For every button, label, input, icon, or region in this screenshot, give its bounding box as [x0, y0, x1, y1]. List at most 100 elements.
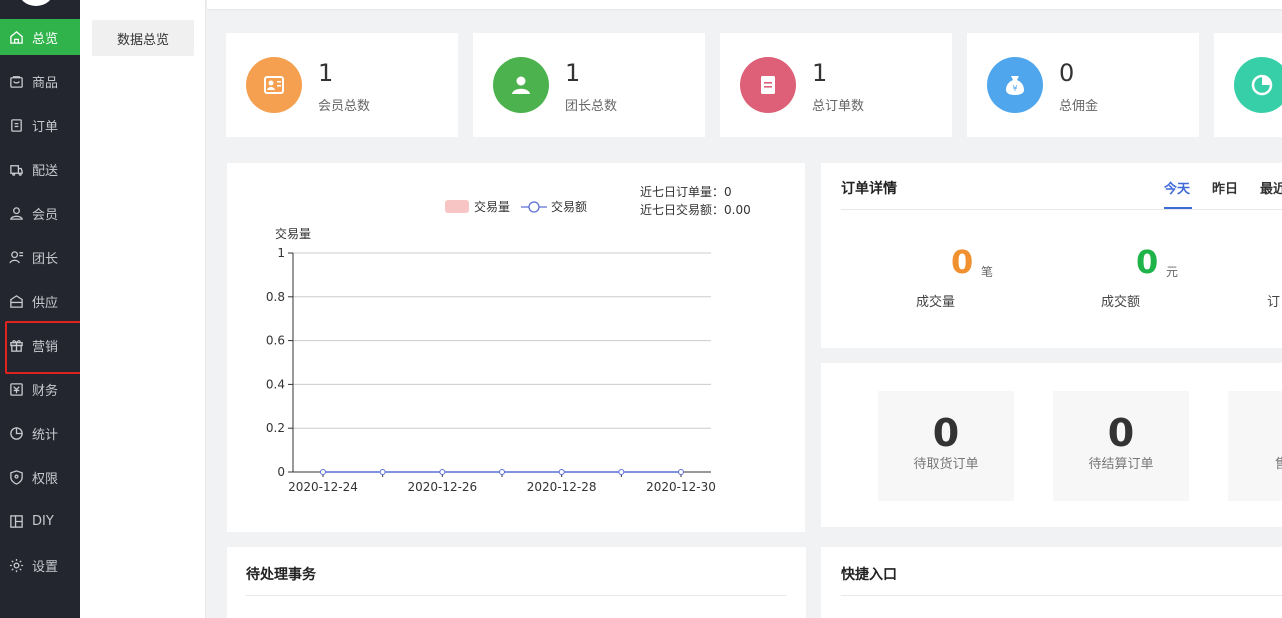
sidebar-item-label: 团长 [32, 251, 59, 267]
subnav: 数据总览 [80, 0, 206, 618]
delivery-icon [8, 161, 24, 177]
money-bag-icon: ¥ [987, 57, 1043, 113]
sidebar-item-label: 总览 [32, 31, 59, 47]
goods-icon [8, 73, 24, 89]
stat-card-2[interactable]: 1 总订单数 [720, 33, 952, 137]
sidebar-item-0[interactable]: 总览 [0, 19, 80, 55]
shortcut-divider [841, 595, 1282, 596]
sidebar-item-label: DIY [32, 513, 54, 529]
stat-label: 总佣金 [1059, 99, 1099, 114]
sidebar-item-label: 设置 [32, 559, 59, 575]
pending-settlement-value: 0 [1107, 411, 1135, 455]
home-icon [8, 29, 24, 45]
order-icon [8, 117, 24, 133]
pending-settlement-box[interactable]: 0 待结算订单 [1053, 391, 1189, 501]
data-point [678, 469, 684, 475]
stat-value: 1 [812, 59, 828, 87]
sidebar-item-5[interactable]: 团长 [0, 239, 80, 275]
subnav-item-data-overview[interactable]: 数据总览 [92, 20, 194, 56]
x-tick-label: 2020-12-28 [527, 480, 597, 494]
sidebar-item-11[interactable]: DIY [0, 503, 80, 539]
stat-card-3[interactable]: ¥0 总佣金 [967, 33, 1199, 137]
stat-card-1[interactable]: 1 团长总数 [473, 33, 705, 137]
divider [841, 209, 1282, 210]
shortcut-panel: 快捷入口 [821, 547, 1282, 618]
order-detail-title: 订单详情 [841, 181, 897, 197]
amount-label: 成交额 [1101, 295, 1141, 310]
volume-value: 0 [951, 243, 974, 281]
data-point [320, 469, 326, 475]
svg-text:¥: ¥ [1012, 84, 1017, 93]
stat-label: 总订单数 [812, 99, 865, 114]
amount-unit: 元 [1166, 265, 1179, 279]
todo-panel: 待处理事务 [227, 547, 806, 618]
pending-settlement-label: 待结算订单 [1088, 457, 1154, 472]
sidebar-item-label: 会员 [32, 207, 59, 223]
x-tick-label: 2020-12-24 [288, 480, 358, 494]
leader-icon [8, 249, 24, 265]
pending-pickup-value: 0 [932, 411, 960, 455]
stat-card-4[interactable] [1214, 33, 1282, 137]
data-point [379, 469, 386, 475]
pie-chart-icon [1234, 57, 1282, 113]
stat-label: 团长总数 [565, 99, 618, 114]
data-point [499, 469, 505, 475]
stats-icon [8, 425, 24, 441]
pending-panel: 0 待取货订单 0 待结算订单 售 [821, 363, 1282, 527]
pending-pickup-box[interactable]: 0 待取货订单 [878, 391, 1014, 501]
member-icon [8, 205, 24, 221]
sidebar-item-label: 订单 [32, 119, 59, 135]
sidebar-item-label: 供应 [32, 295, 59, 311]
x-tick-label: 2020-12-30 [646, 480, 716, 494]
sidebar-item-10[interactable]: 权限 [0, 459, 80, 495]
stat-value: 0 [1059, 59, 1075, 87]
y-tick-label: 0.4 [266, 377, 285, 391]
chart-panel: 交易量 交易额 近七日订单量：0 近七日交易额：0.00 交易量 1 0.8 0.6… [227, 163, 805, 532]
order-detail-panel: 订单详情 今天 昨日 最近 0 笔 成交量 0 元 成交额 订 [821, 163, 1282, 348]
stat-value: 1 [565, 59, 581, 87]
sidebar-item-label: 商品 [32, 75, 59, 91]
sidebar-item-label: 配送 [32, 163, 59, 179]
todo-divider [246, 595, 786, 596]
y-tick-label: 0.8 [266, 290, 285, 304]
sidebar-item-4[interactable]: 会员 [0, 195, 80, 231]
volume-label: 成交量 [916, 295, 956, 310]
y-tick-label: 0.6 [266, 334, 285, 348]
sidebar-item-1[interactable]: 商品 [0, 63, 80, 99]
sidebar-item-label: 统计 [32, 427, 59, 443]
after-sale-label: 售 [1275, 457, 1282, 472]
order-doc-icon [740, 57, 796, 113]
amount-value: 0 [1136, 243, 1159, 281]
line-chart: 1 0.8 0.6 0.4 0.2 02020-12-24 2020-12-26 2020-1… [266, 246, 716, 494]
layout-icon [8, 513, 24, 529]
shortcut-title: 快捷入口 [841, 567, 897, 583]
volume-unit: 笔 [981, 265, 994, 279]
stat-card-0[interactable]: 1 会员总数 [226, 33, 458, 137]
gear-icon [8, 557, 24, 573]
top-bar [207, 0, 1282, 9]
data-point [439, 469, 446, 475]
finance-icon [8, 381, 24, 397]
y-tick-label: 0.2 [266, 421, 285, 435]
sidebar-item-8[interactable]: 财务 [0, 371, 80, 407]
stat-value: 1 [318, 59, 334, 87]
sidebar-item-9[interactable]: 统计 [0, 415, 80, 451]
stat-label: 会员总数 [318, 99, 371, 114]
tab-today[interactable]: 今天 [1164, 178, 1190, 197]
tab-recent[interactable]: 最近 [1260, 178, 1282, 197]
after-sale-box[interactable]: 售 [1228, 391, 1282, 501]
sidebar-item-2[interactable]: 订单 [0, 107, 80, 143]
sidebar: 总览 商品 订单 配送 会员 团长 供应 营销 财务 统计 权限 DIY 设置 [0, 0, 80, 618]
sidebar-item-6[interactable]: 供应 [0, 283, 80, 319]
order-count-label: 订 [1267, 295, 1281, 310]
x-tick-label: 2020-12-26 [407, 480, 477, 494]
data-point [558, 469, 565, 475]
sidebar-item-label: 权限 [32, 471, 59, 487]
tab-yesterday[interactable]: 昨日 [1212, 178, 1238, 197]
logo [18, 0, 54, 6]
data-point [618, 469, 625, 475]
sidebar-item-3[interactable]: 配送 [0, 151, 80, 187]
pending-pickup-label: 待取货订单 [913, 457, 979, 472]
sidebar-item-12[interactable]: 设置 [0, 547, 80, 583]
shield-icon [8, 469, 24, 485]
